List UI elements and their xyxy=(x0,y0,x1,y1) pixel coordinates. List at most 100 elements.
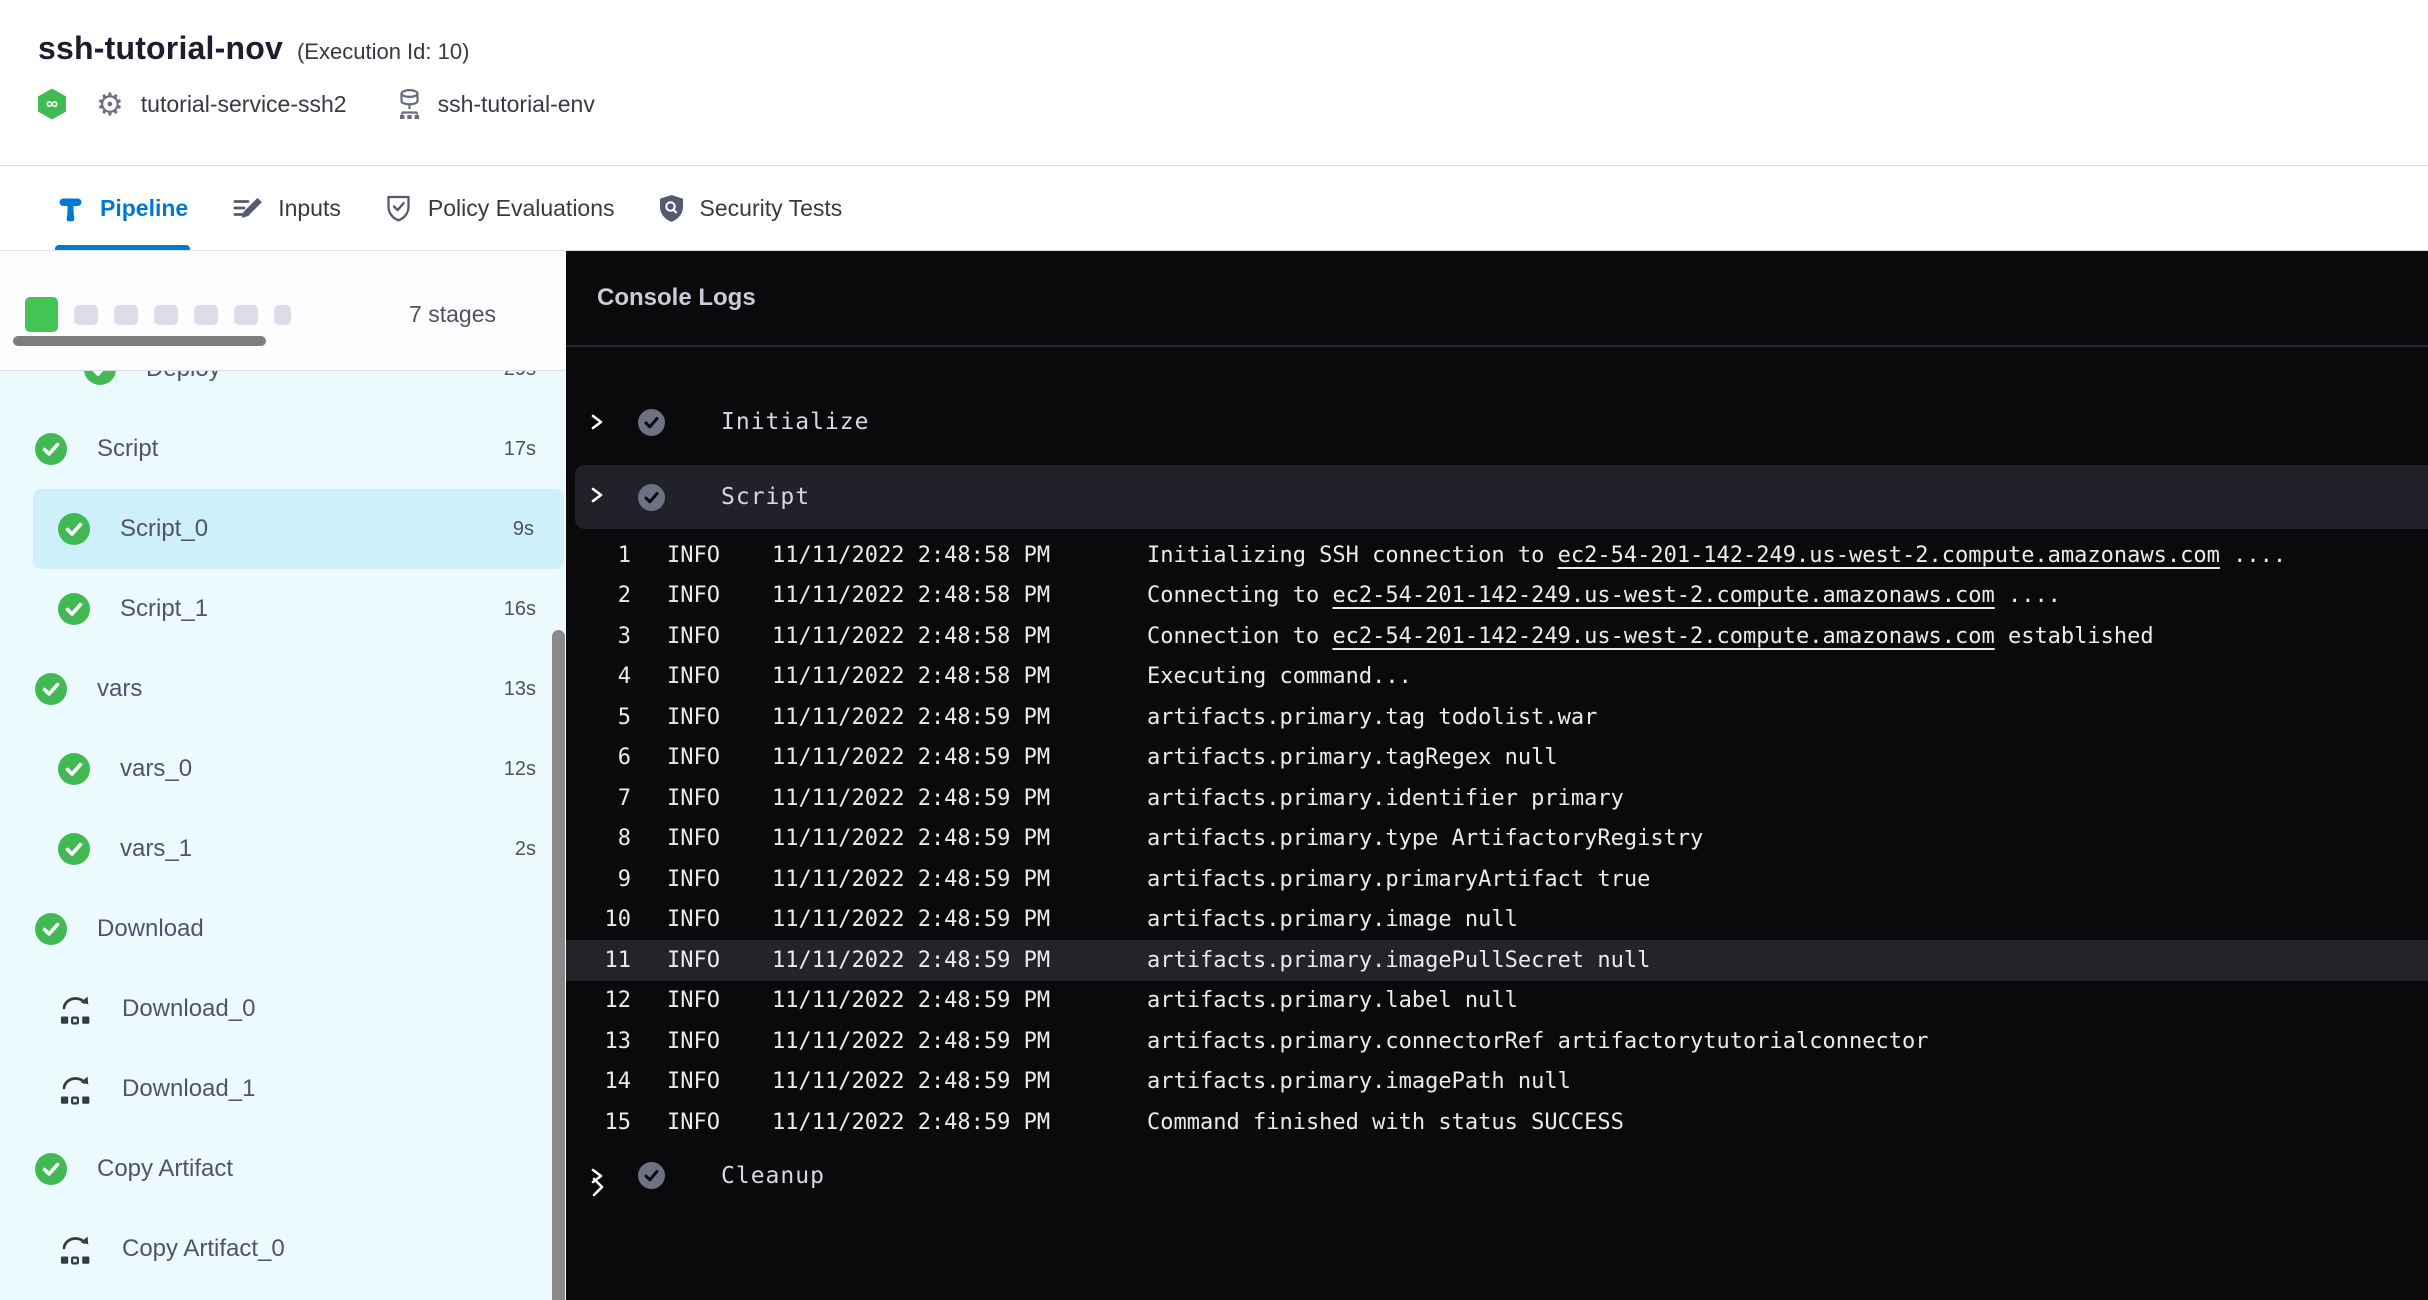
tab-pipeline[interactable]: Pipeline xyxy=(57,167,188,250)
tab-security-tests[interactable]: Security Tests xyxy=(659,167,843,250)
cd-hexagon-icon: ∞ xyxy=(38,89,66,120)
stage-row-copy-artifact[interactable]: Copy Artifact xyxy=(0,1129,566,1209)
success-check-icon xyxy=(58,593,90,625)
line-number: 3 xyxy=(566,624,631,649)
page-title: ssh-tutorial-nov xyxy=(38,30,283,67)
log-line-1: 1 INFO 11/11/2022 2:48:58 PM Initializin… xyxy=(566,535,2428,576)
log-level: INFO xyxy=(667,1029,722,1054)
line-number: 10 xyxy=(566,907,631,932)
log-line-3: 3 INFO 11/11/2022 2:48:58 PM Connection … xyxy=(566,616,2428,657)
log-text: artifacts.primary.label null xyxy=(1147,988,1518,1013)
log-message: Command finished with status SUCCESS xyxy=(1147,1110,1624,1135)
log-line-10: 10 INFO 11/11/2022 2:48:59 PM artifacts.… xyxy=(566,900,2428,941)
log-message: Connection to ec2-54-201-142-249.us-west… xyxy=(1147,624,2154,649)
log-line-8: 8 INFO 11/11/2022 2:48:59 PM artifacts.p… xyxy=(566,819,2428,860)
log-message: artifacts.primary.image null xyxy=(1147,907,1518,932)
log-line-7: 7 INFO 11/11/2022 2:48:59 PM artifacts.p… xyxy=(566,778,2428,819)
stage-label: vars xyxy=(97,675,142,703)
stage-row-script[interactable]: Script17s xyxy=(0,409,566,489)
console-title: Console Logs xyxy=(597,284,756,312)
stage-label: Download_0 xyxy=(122,995,255,1023)
log-timestamp: 11/11/2022 2:48:59 PM xyxy=(772,988,1117,1013)
log-line-6: 6 INFO 11/11/2022 2:48:59 PM artifacts.p… xyxy=(566,738,2428,779)
log-text: artifacts.primary.identifier primary xyxy=(1147,786,1624,811)
log-line-4: 4 INFO 11/11/2022 2:48:58 PM Executing c… xyxy=(566,657,2428,698)
stage-row-download_1[interactable]: Download_1 xyxy=(0,1049,566,1129)
log-text: artifacts.primary.connectorRef artifacto… xyxy=(1147,1029,1928,1054)
host-link[interactable]: ec2-54-201-142-249.us-west-2.compute.ama… xyxy=(1332,624,1994,649)
stage-label: Script_0 xyxy=(120,515,208,543)
section-success-icon xyxy=(638,409,665,436)
stage-row-script_0[interactable]: Script_0 9s xyxy=(33,489,564,569)
log-section-initialize[interactable]: Initialize xyxy=(566,399,2428,445)
log-message: artifacts.primary.imagePath null xyxy=(1147,1069,1571,1094)
log-level: INFO xyxy=(667,745,722,770)
log-line-11: 11 INFO 11/11/2022 2:48:59 PM artifacts.… xyxy=(566,940,2428,981)
chevron-down-icon[interactable] xyxy=(589,486,605,508)
stage-list: Deploy29s Script17s Script_0 9s Script_11… xyxy=(0,371,566,1300)
chevron-right-icon[interactable] xyxy=(589,413,605,431)
log-timestamp: 11/11/2022 2:48:59 PM xyxy=(772,907,1117,932)
tab-bar: Pipeline Inputs Policy Evaluations Secur… xyxy=(0,167,2428,251)
log-timestamp: 11/11/2022 2:48:59 PM xyxy=(772,826,1117,851)
stage-row-download[interactable]: Download xyxy=(0,889,566,969)
log-message: Initializing SSH connection to ec2-54-20… xyxy=(1147,543,2286,568)
log-line-9: 9 INFO 11/11/2022 2:48:59 PM artifacts.p… xyxy=(566,859,2428,900)
log-text: artifacts.primary.image null xyxy=(1147,907,1518,932)
log-level: INFO xyxy=(667,624,722,649)
stage-segment-pending xyxy=(74,305,98,325)
line-number: 8 xyxy=(566,826,631,851)
log-level: INFO xyxy=(667,907,722,932)
section-name: Initialize xyxy=(721,409,869,435)
host-link[interactable]: ec2-54-201-142-249.us-west-2.compute.ama… xyxy=(1332,583,1994,608)
stage-row-download_0[interactable]: Download_0 xyxy=(0,969,566,1049)
environment-name[interactable]: ssh-tutorial-env xyxy=(438,91,595,118)
success-check-icon xyxy=(84,371,116,385)
line-number: 15 xyxy=(566,1110,631,1135)
success-check-icon xyxy=(58,753,90,785)
log-level: INFO xyxy=(667,1110,722,1135)
log-line-2: 2 INFO 11/11/2022 2:48:58 PM Connecting … xyxy=(566,576,2428,617)
rollback-icon xyxy=(58,1233,92,1265)
section-success-icon xyxy=(638,1162,665,1189)
stage-row-vars_1[interactable]: vars_12s xyxy=(0,809,566,889)
log-text: Initializing SSH connection to xyxy=(1147,543,1558,568)
log-message: Connecting to ec2-54-201-142-249.us-west… xyxy=(1147,583,2061,608)
tab-inputs[interactable]: Inputs xyxy=(232,167,341,250)
log-section-script[interactable]: Script xyxy=(575,465,2428,529)
stage-duration: 9s xyxy=(513,518,564,541)
stage-label: Copy Artifact xyxy=(97,1155,233,1183)
stage-row-vars_0[interactable]: vars_012s xyxy=(0,729,566,809)
log-timestamp: 11/11/2022 2:48:59 PM xyxy=(772,1069,1117,1094)
success-check-icon xyxy=(58,833,90,865)
log-section-cleanup[interactable]: Cleanup xyxy=(566,1153,2428,1199)
log-timestamp: 11/11/2022 2:48:59 PM xyxy=(772,1029,1117,1054)
stages-sidebar: 7 stages Deploy29s Script17s Script_09s … xyxy=(0,251,566,1300)
tab-label: Inputs xyxy=(278,195,341,222)
stage-row-copy-artifact_0[interactable]: Copy Artifact_0 xyxy=(0,1209,566,1289)
log-level: INFO xyxy=(667,988,722,1013)
stage-row-vars[interactable]: vars13s xyxy=(0,649,566,729)
horizontal-scrollbar[interactable] xyxy=(13,336,266,346)
inputs-icon xyxy=(232,196,262,222)
log-timestamp: 11/11/2022 2:48:59 PM xyxy=(772,948,1117,973)
log-message: artifacts.primary.type ArtifactoryRegist… xyxy=(1147,826,1703,851)
vertical-scrollbar[interactable] xyxy=(552,630,565,1300)
stage-row-script_1[interactable]: Script_116s xyxy=(0,569,566,649)
log-text: artifacts.primary.tag todolist.war xyxy=(1147,705,1597,730)
log-level: INFO xyxy=(667,705,722,730)
log-text: Command finished with status SUCCESS xyxy=(1147,1110,1624,1135)
service-name[interactable]: tutorial-service-ssh2 xyxy=(141,91,347,118)
section-success-icon xyxy=(638,484,665,511)
log-text: artifacts.primary.tagRegex null xyxy=(1147,745,1558,770)
expand-panel-chevron-icon[interactable] xyxy=(590,1176,606,1203)
tab-policy-evaluations[interactable]: Policy Evaluations xyxy=(385,167,615,250)
log-level: INFO xyxy=(667,867,722,892)
host-link[interactable]: ec2-54-201-142-249.us-west-2.compute.ama… xyxy=(1558,543,2220,568)
log-timestamp: 11/11/2022 2:48:59 PM xyxy=(772,705,1117,730)
log-level: INFO xyxy=(667,948,722,973)
log-text: Executing command... xyxy=(1147,664,1412,689)
stage-row-deploy[interactable]: Deploy29s xyxy=(0,371,566,409)
log-timestamp: 11/11/2022 2:48:59 PM xyxy=(772,786,1117,811)
line-number: 1 xyxy=(566,543,631,568)
